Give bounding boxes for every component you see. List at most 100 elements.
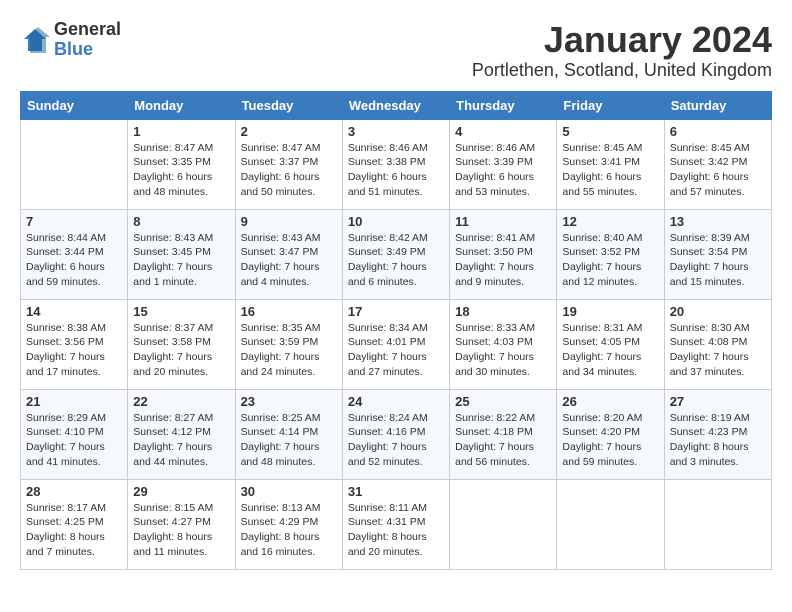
day-info: Sunrise: 8:24 AMSunset: 4:16 PMDaylight:…	[348, 411, 444, 470]
logo-blue: Blue	[54, 40, 121, 60]
day-info: Sunrise: 8:47 AMSunset: 3:37 PMDaylight:…	[241, 141, 337, 200]
week-row-2: 7Sunrise: 8:44 AMSunset: 3:44 PMDaylight…	[21, 209, 772, 299]
day-number: 28	[26, 484, 122, 499]
calendar-cell: 29 Sunrise: 8:15 AMSunset: 4:27 PMDayligh…	[128, 479, 235, 569]
calendar-cell: 4 Sunrise: 8:46 AMSunset: 3:39 PMDaylight…	[450, 119, 557, 209]
day-number: 8	[133, 214, 229, 229]
day-info: Sunrise: 8:43 AMSunset: 3:45 PMDaylight:…	[133, 231, 229, 290]
day-number: 9	[241, 214, 337, 229]
calendar-table: SundayMondayTuesdayWednesdayThursdayFrid…	[20, 91, 772, 570]
day-info: Sunrise: 8:22 AMSunset: 4:18 PMDaylight:…	[455, 411, 551, 470]
day-number: 6	[670, 124, 766, 139]
month-title: January 2024	[472, 20, 772, 60]
day-info: Sunrise: 8:25 AMSunset: 4:14 PMDaylight:…	[241, 411, 337, 470]
calendar-cell: 3 Sunrise: 8:46 AMSunset: 3:38 PMDaylight…	[342, 119, 449, 209]
day-number: 5	[562, 124, 658, 139]
day-info: Sunrise: 8:13 AMSunset: 4:29 PMDaylight:…	[241, 501, 337, 560]
day-info: Sunrise: 8:35 AMSunset: 3:59 PMDaylight:…	[241, 321, 337, 380]
calendar-cell: 23 Sunrise: 8:25 AMSunset: 4:14 PMDayligh…	[235, 389, 342, 479]
logo-general: General	[54, 20, 121, 40]
calendar-cell: 2Sunrise: 8:47 AMSunset: 3:37 PMDaylight…	[235, 119, 342, 209]
day-info: Sunrise: 8:19 AMSunset: 4:23 PMDaylight:…	[670, 411, 766, 470]
calendar-cell	[21, 119, 128, 209]
calendar-cell: 18 Sunrise: 8:33 AMSunset: 4:03 PMDayligh…	[450, 299, 557, 389]
logo-text: General Blue	[54, 20, 121, 60]
day-number: 13	[670, 214, 766, 229]
calendar-cell: 17 Sunrise: 8:34 AMSunset: 4:01 PMDayligh…	[342, 299, 449, 389]
calendar-cell: 22 Sunrise: 8:27 AMSunset: 4:12 PMDayligh…	[128, 389, 235, 479]
calendar-cell: 14 Sunrise: 8:38 AMSunset: 3:56 PMDayligh…	[21, 299, 128, 389]
title-block: January 2024 Portlethen, Scotland, Unite…	[472, 20, 772, 81]
day-info: Sunrise: 8:41 AMSunset: 3:50 PMDaylight:…	[455, 231, 551, 290]
calendar-cell: 10 Sunrise: 8:42 AMSunset: 3:49 PMDayligh…	[342, 209, 449, 299]
day-info: Sunrise: 8:11 AMSunset: 4:31 PMDaylight:…	[348, 501, 444, 560]
week-row-3: 14 Sunrise: 8:38 AMSunset: 3:56 PMDayligh…	[21, 299, 772, 389]
day-header-wednesday: Wednesday	[342, 91, 449, 119]
day-header-tuesday: Tuesday	[235, 91, 342, 119]
day-number: 24	[348, 394, 444, 409]
calendar-cell: 20Sunrise: 8:30 AMSunset: 4:08 PMDayligh…	[664, 299, 771, 389]
day-info: Sunrise: 8:29 AMSunset: 4:10 PMDaylight:…	[26, 411, 122, 470]
calendar-cell: 21 Sunrise: 8:29 AMSunset: 4:10 PMDayligh…	[21, 389, 128, 479]
calendar-cell: 16Sunrise: 8:35 AMSunset: 3:59 PMDayligh…	[235, 299, 342, 389]
day-info: Sunrise: 8:43 AMSunset: 3:47 PMDaylight:…	[241, 231, 337, 290]
day-info: Sunrise: 8:47 AMSunset: 3:35 PMDaylight:…	[133, 141, 229, 200]
day-info: Sunrise: 8:15 AMSunset: 4:27 PMDaylight:…	[133, 501, 229, 560]
day-number: 25	[455, 394, 551, 409]
day-info: Sunrise: 8:34 AMSunset: 4:01 PMDaylight:…	[348, 321, 444, 380]
day-info: Sunrise: 8:27 AMSunset: 4:12 PMDaylight:…	[133, 411, 229, 470]
day-info: Sunrise: 8:46 AMSunset: 3:39 PMDaylight:…	[455, 141, 551, 200]
week-row-1: 1 Sunrise: 8:47 AMSunset: 3:35 PMDaylight…	[21, 119, 772, 209]
calendar-cell: 30 Sunrise: 8:13 AMSunset: 4:29 PMDayligh…	[235, 479, 342, 569]
day-number: 14	[26, 304, 122, 319]
day-info: Sunrise: 8:33 AMSunset: 4:03 PMDaylight:…	[455, 321, 551, 380]
day-number: 19	[562, 304, 658, 319]
day-info: Sunrise: 8:37 AMSunset: 3:58 PMDaylight:…	[133, 321, 229, 380]
day-info: Sunrise: 8:31 AMSunset: 4:05 PMDaylight:…	[562, 321, 658, 380]
day-info: Sunrise: 8:17 AMSunset: 4:25 PMDaylight:…	[26, 501, 122, 560]
calendar-cell: 25 Sunrise: 8:22 AMSunset: 4:18 PMDayligh…	[450, 389, 557, 479]
day-header-saturday: Saturday	[664, 91, 771, 119]
day-number: 21	[26, 394, 122, 409]
day-number: 4	[455, 124, 551, 139]
calendar-cell: 28 Sunrise: 8:17 AMSunset: 4:25 PMDayligh…	[21, 479, 128, 569]
calendar-cell: 31 Sunrise: 8:11 AMSunset: 4:31 PMDayligh…	[342, 479, 449, 569]
day-number: 22	[133, 394, 229, 409]
day-info: Sunrise: 8:45 AMSunset: 3:41 PMDaylight:…	[562, 141, 658, 200]
day-header-monday: Monday	[128, 91, 235, 119]
calendar-cell: 24 Sunrise: 8:24 AMSunset: 4:16 PMDayligh…	[342, 389, 449, 479]
day-header-thursday: Thursday	[450, 91, 557, 119]
calendar-cell: 12 Sunrise: 8:40 AMSunset: 3:52 PMDayligh…	[557, 209, 664, 299]
day-number: 3	[348, 124, 444, 139]
day-number: 23	[241, 394, 337, 409]
day-info: Sunrise: 8:39 AMSunset: 3:54 PMDaylight:…	[670, 231, 766, 290]
day-number: 29	[133, 484, 229, 499]
location: Portlethen, Scotland, United Kingdom	[472, 60, 772, 81]
day-number: 1	[133, 124, 229, 139]
day-header-sunday: Sunday	[21, 91, 128, 119]
calendar-cell: 13 Sunrise: 8:39 AMSunset: 3:54 PMDayligh…	[664, 209, 771, 299]
calendar-cell: 8 Sunrise: 8:43 AMSunset: 3:45 PMDaylight…	[128, 209, 235, 299]
day-info: Sunrise: 8:42 AMSunset: 3:49 PMDaylight:…	[348, 231, 444, 290]
day-info: Sunrise: 8:40 AMSunset: 3:52 PMDaylight:…	[562, 231, 658, 290]
day-number: 17	[348, 304, 444, 319]
calendar-cell: 19 Sunrise: 8:31 AMSunset: 4:05 PMDayligh…	[557, 299, 664, 389]
calendar-cell: 11Sunrise: 8:41 AMSunset: 3:50 PMDayligh…	[450, 209, 557, 299]
calendar-cell	[664, 479, 771, 569]
day-number: 20	[670, 304, 766, 319]
day-number: 31	[348, 484, 444, 499]
calendar-cell: 6Sunrise: 8:45 AMSunset: 3:42 PMDaylight…	[664, 119, 771, 209]
day-number: 18	[455, 304, 551, 319]
page-header: General Blue January 2024 Portlethen, Sc…	[20, 20, 772, 81]
day-header-friday: Friday	[557, 91, 664, 119]
day-info: Sunrise: 8:46 AMSunset: 3:38 PMDaylight:…	[348, 141, 444, 200]
day-number: 7	[26, 214, 122, 229]
day-number: 30	[241, 484, 337, 499]
calendar-cell	[557, 479, 664, 569]
day-number: 12	[562, 214, 658, 229]
day-info: Sunrise: 8:38 AMSunset: 3:56 PMDaylight:…	[26, 321, 122, 380]
calendar-header-row: SundayMondayTuesdayWednesdayThursdayFrid…	[21, 91, 772, 119]
calendar-cell	[450, 479, 557, 569]
calendar-cell: 26Sunrise: 8:20 AMSunset: 4:20 PMDayligh…	[557, 389, 664, 479]
day-number: 10	[348, 214, 444, 229]
